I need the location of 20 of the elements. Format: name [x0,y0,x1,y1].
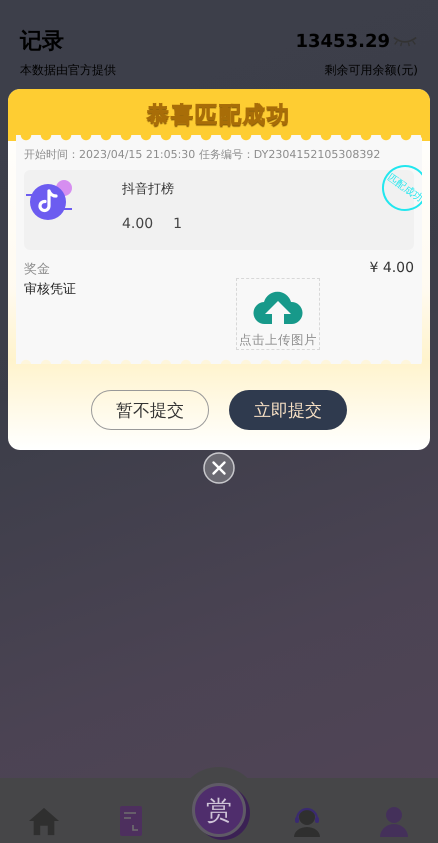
task-name: 抖音打榜 [122,181,175,198]
page-title: 记录 [20,28,64,56]
dialog-title: 恭喜匹配成功 [147,102,291,130]
balance-amount: 13453.29 [295,30,390,52]
music-note-logo-icon [26,178,74,222]
close-icon[interactable] [203,452,235,484]
reward-amount: ¥ 4.00 [369,260,414,278]
task-info: 开始时间：2023/04/15 21:05:30 任务编号：DY2304152105308392 [24,147,382,162]
data-source-note: 本数据由官方提供 [20,62,116,79]
reward-label: 奖金 [24,261,50,278]
balance-label: 剩余可用余额(元) [324,62,418,79]
task-price: 4.00 [122,216,154,232]
home-icon[interactable] [28,805,60,837]
submit-button[interactable]: 立即提交 [229,390,347,430]
cloud-upload-icon [253,290,303,326]
eye-closed-icon[interactable] [392,35,418,47]
later-button[interactable]: 暂不提交 [91,390,209,430]
proof-label: 审核凭证 [24,281,76,298]
task-count: 1 [173,216,182,232]
upload-label: 点击上传图片 [239,332,317,349]
